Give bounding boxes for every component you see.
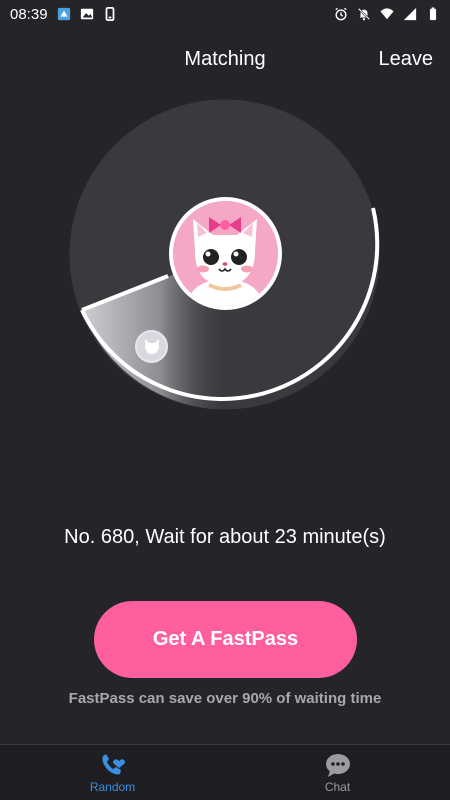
bell-off-icon [357,7,371,21]
nearby-user-avatar [135,330,168,363]
phone-heart-icon [102,753,125,774]
signal-icon [403,7,417,21]
status-time: 08:39 [10,5,48,23]
tab-random[interactable]: Random [0,745,225,800]
matching-screen: 08:39 Matching Leave No. 680, Wait for a… [0,0,450,800]
cat-icon [144,338,159,354]
cat-face-icon [173,201,278,306]
app-notification-icon [57,7,70,21]
tab-chat-label: Chat [324,779,351,794]
header: Matching Leave [0,44,450,78]
cat-avatar-image [173,201,278,306]
avatar [169,197,282,310]
tab-random-label: Random [89,779,136,794]
image-icon [80,8,93,20]
status-right [334,7,440,21]
phone-icon [105,7,114,21]
queue-wait-text: No. 680, Wait for about 23 minute(s) [64,526,386,548]
get-fastpass-button[interactable]: Get A FastPass [94,601,357,678]
fastpass-note: FastPass can save over 90% of waiting ti… [68,690,382,707]
alarm-icon [335,7,347,21]
bottom-nav: Random Chat [0,744,450,800]
battery-icon [429,7,437,21]
wifi-icon [380,8,394,20]
chat-bubble-icon [325,753,350,777]
tab-chat[interactable]: Chat [225,745,450,800]
leave-button[interactable]: Leave [379,48,434,71]
status-left: 08:39 [10,6,117,23]
status-bar: 08:39 [0,0,450,28]
